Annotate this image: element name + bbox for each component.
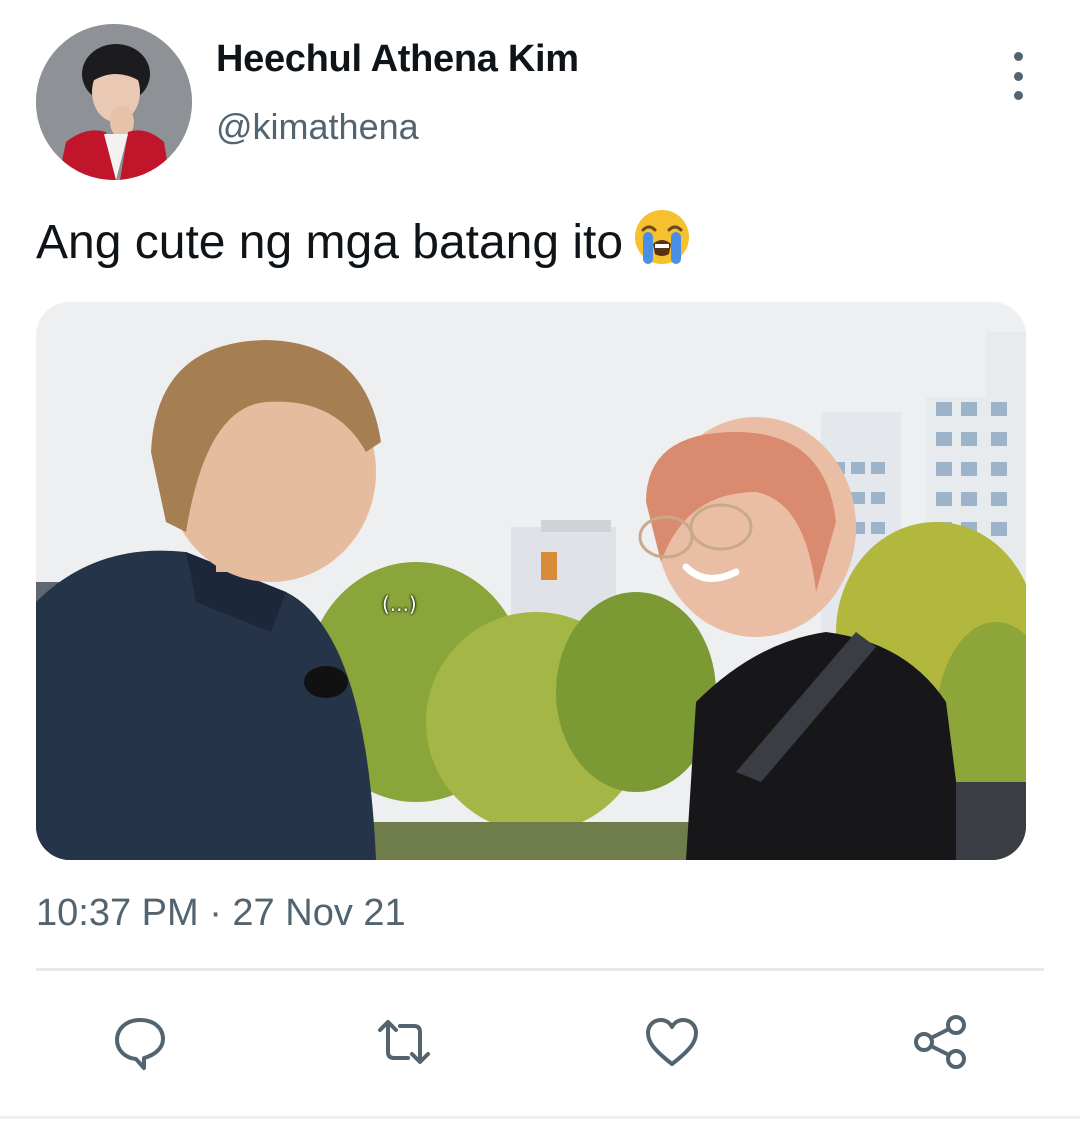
tweet-timestamp[interactable]: 10:37 PM · 27 Nov 21	[36, 892, 406, 935]
loudly-crying-face-icon	[633, 208, 691, 278]
tweet-text: Ang cute ng mga batang ito	[36, 208, 691, 278]
divider	[36, 968, 1044, 971]
speech-bubble-icon	[115, 1018, 165, 1070]
heart-icon	[646, 1018, 698, 1066]
tweet-photo	[36, 302, 1026, 860]
avatar-photo	[36, 24, 192, 180]
bottom-divider	[0, 1116, 1080, 1119]
author-display-name[interactable]: Heechul Athena Kim	[216, 38, 579, 81]
more-dot-icon	[1013, 91, 1023, 100]
author-avatar[interactable]	[36, 24, 192, 180]
tweet-text-content: Ang cute ng mga batang ito	[36, 216, 624, 269]
more-dot-icon	[1013, 52, 1023, 61]
share-icon	[914, 1015, 966, 1069]
retweet-button[interactable]	[372, 1010, 436, 1074]
more-options-button[interactable]	[1000, 52, 1036, 100]
tweet-actions-bar	[0, 1010, 1080, 1080]
more-dot-icon	[1013, 71, 1023, 81]
share-button[interactable]	[908, 1010, 972, 1074]
author-handle[interactable]: @kimathena	[216, 106, 419, 148]
media-caption: (...)	[382, 592, 417, 616]
reply-button[interactable]	[108, 1010, 172, 1074]
tweet-media-image[interactable]: (...)	[36, 302, 1026, 860]
retweet-icon	[378, 1020, 430, 1064]
like-button[interactable]	[640, 1010, 704, 1074]
